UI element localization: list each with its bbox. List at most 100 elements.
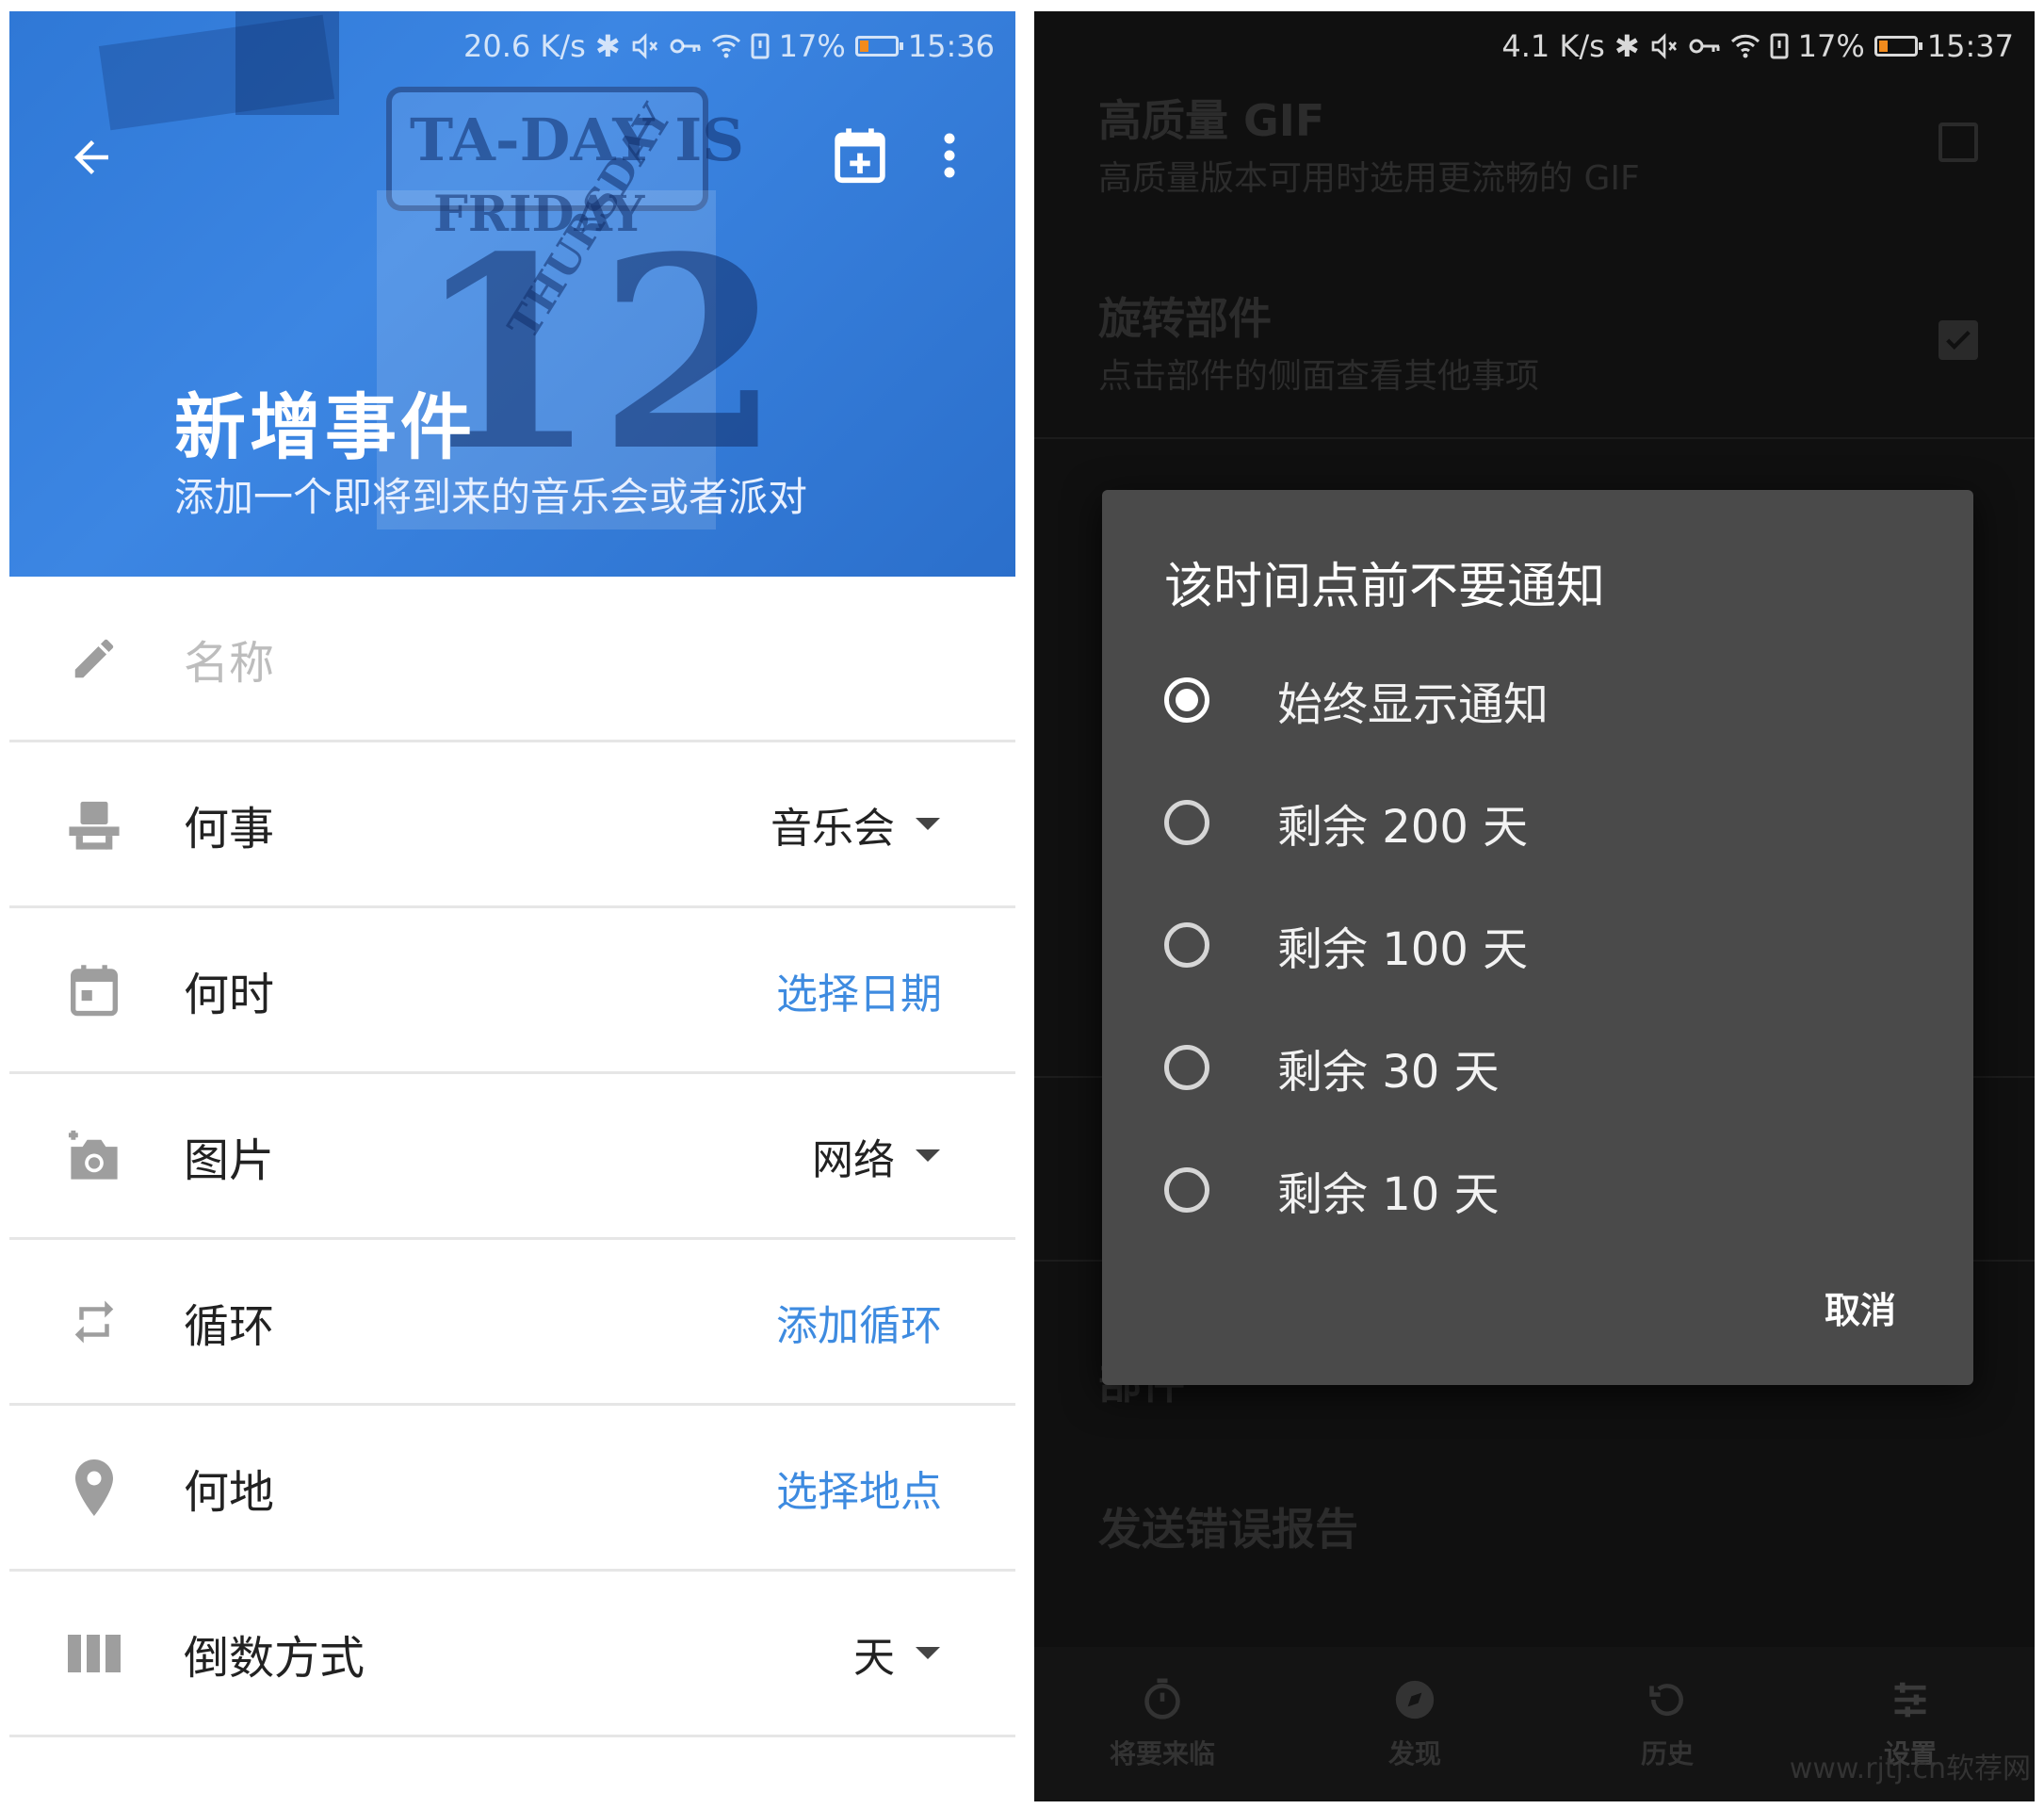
what-value: 音乐会 [771,804,895,853]
option-200-days[interactable]: 剩余 200 天 [1164,771,1918,874]
header-banner: TA-DAY IS FRIDAY THURSDAY 12 20.6 K/s ✱ … [9,11,1015,577]
nav-discover-label: 发现 [1387,1738,1441,1769]
countdown-value: 天 [853,1633,895,1682]
repeat-label: 循环 [184,1299,275,1353]
where-row[interactable]: 何地 选择地点 [9,1406,1015,1572]
setting-gif-title: 高质量 GIF [1098,95,1325,146]
repeat-icon [61,1289,127,1355]
picture-label: 图片 [184,1133,275,1187]
dropdown-arrow-icon [916,1647,940,1659]
watermark: www.rjtj.cn软荐网 [1789,1752,2031,1785]
dropdown-arrow-icon [916,818,940,830]
name-row[interactable]: 名称 [9,577,1015,742]
option-30-days[interactable]: 剩余 30 天 [1164,1016,1918,1119]
battery-text: 17% [778,28,846,64]
calendar-add-icon [835,128,885,184]
timer-icon [1144,1678,1180,1719]
wifi-icon [711,34,740,58]
divider [1034,437,2035,439]
nav-history[interactable]: 历史 [1573,1671,1761,1771]
picture-dropdown[interactable]: 网络 [812,1126,940,1186]
rotate-checkbox[interactable] [1939,320,1978,360]
compass-icon [1395,1680,1435,1719]
nav-discover[interactable]: 发现 [1321,1671,1509,1771]
sim-icon [1770,33,1789,59]
mute-icon [1651,33,1677,59]
radio-button[interactable] [1164,1045,1209,1090]
sliders-icon [1894,1682,1926,1718]
add-photo-icon [61,1123,127,1189]
net-speed: 20.6 K/s [462,28,586,64]
gif-checkbox[interactable] [1939,122,1978,162]
option-label: 剩余 10 天 [1277,1168,1500,1221]
nav-history-label: 历史 [1640,1738,1694,1769]
option-10-days[interactable]: 剩余 10 天 [1164,1138,1918,1242]
setting-gif-desc: 高质量版本可用时选用更流畅的 GIF [1098,159,1640,198]
wifi-icon [1730,34,1760,58]
what-row[interactable]: 何事 音乐会 [9,742,1015,908]
bluetooth-icon: ✱ [594,28,621,64]
select-date-link[interactable]: 选择日期 [776,960,942,1020]
page-subtitle: 添加一个即将到来的音乐会或者派对 [174,474,808,520]
dropdown-arrow-icon [916,1149,940,1162]
more-button[interactable] [921,113,978,198]
when-row[interactable]: 何时 选择日期 [9,908,1015,1074]
countdown-row[interactable]: 倒数方式 天 [9,1572,1015,1737]
cancel-button[interactable]: 取消 [1825,1281,1896,1333]
backdrop-box-2 [235,11,339,115]
key-icon [1689,39,1720,54]
countdown-dropdown[interactable]: 天 [853,1623,940,1684]
option-label: 剩余 30 天 [1277,1046,1500,1099]
back-button[interactable] [49,115,134,200]
option-label: 剩余 200 天 [1277,801,1529,854]
more-vert-icon [944,133,955,178]
calendar-icon [61,957,127,1023]
calendar-add-button[interactable] [818,113,902,198]
when-label: 何时 [184,968,275,1021]
what-dropdown[interactable]: 音乐会 [771,794,940,855]
radio-button[interactable] [1164,800,1209,845]
columns-icon [61,1621,127,1687]
arrow-back-icon [74,140,108,174]
key-icon [670,39,701,54]
select-place-link[interactable]: 选择地点 [776,1458,942,1518]
radio-button[interactable] [1164,922,1209,968]
name-input[interactable]: 名称 [184,626,274,692]
nav-upcoming-label: 将要来临 [1109,1738,1215,1769]
dialog-title: 该时间点前不要通知 [1164,559,1606,615]
setting-rotate-title: 旋转部件 [1098,293,1272,344]
status-bar: 20.6 K/s ✱ 17% 15:36 [463,23,995,70]
countdown-label: 倒数方式 [184,1631,365,1685]
what-label: 何事 [184,802,275,856]
clock: 15:37 [1926,28,2014,64]
bluetooth-icon: ✱ [1614,28,1640,64]
picture-value: 网络 [812,1135,895,1184]
radio-button[interactable] [1164,1167,1209,1213]
picture-row[interactable]: 图片 网络 [9,1074,1015,1240]
right-screen: 4.1 K/s ✱ 17% 15:37 高质量 GIF 高质量版本可用时选用更流… [1034,11,2035,1801]
mute-icon [632,33,657,59]
net-speed: 4.1 K/s [1501,28,1605,64]
backdrop-text-1: TA-DAY IS [410,106,744,174]
option-label: 始终显示通知 [1277,678,1549,731]
where-label: 何地 [184,1465,275,1519]
battery-icon [1874,36,1922,57]
clock: 15:36 [907,28,995,64]
repeat-row[interactable]: 循环 添加循环 [9,1240,1015,1406]
edit-icon [61,626,127,692]
page-title: 新增事件 [174,385,476,469]
left-screen: TA-DAY IS FRIDAY THURSDAY 12 20.6 K/s ✱ … [9,11,1015,1801]
setting-rotate-desc: 点击部件的侧面查看其他事项 [1098,357,1540,396]
option-always[interactable]: 始终显示通知 [1164,648,1918,752]
check-icon [1946,330,1971,350]
notify-dialog: 该时间点前不要通知 始终显示通知 剩余 200 天 剩余 100 天 剩余 30… [1102,490,1973,1385]
add-repeat-link[interactable]: 添加循环 [776,1292,942,1352]
option-100-days[interactable]: 剩余 100 天 [1164,893,1918,997]
nav-upcoming[interactable]: 将要来临 [1068,1671,1257,1771]
status-bar: 4.1 K/s ✱ 17% 15:37 [1501,23,2014,70]
send-report-item[interactable]: 发送错误报告 [1098,1495,1358,1557]
radio-button-checked[interactable] [1164,677,1209,723]
option-label: 剩余 100 天 [1277,923,1529,976]
place-icon [61,1455,127,1521]
history-icon [1649,1684,1683,1717]
